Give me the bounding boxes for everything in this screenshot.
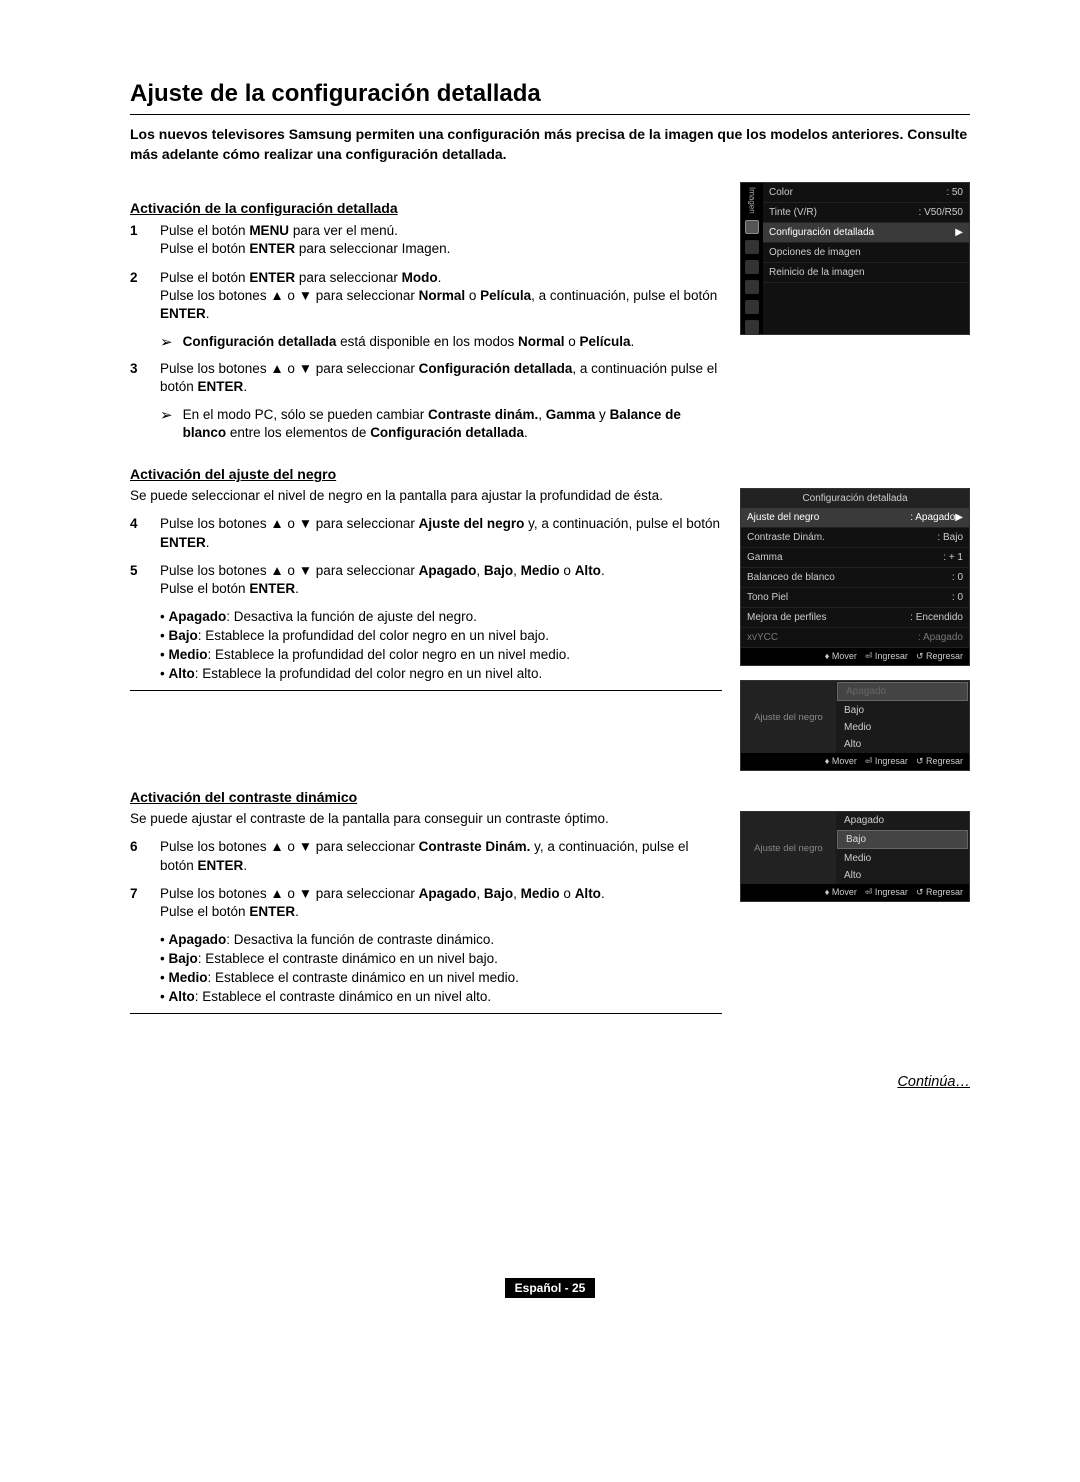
step-body: Pulse los botones ▲ o ▼ para seleccionar… [160, 515, 722, 551]
step-num: 5 [130, 562, 142, 598]
rule [130, 114, 970, 115]
step-num: 1 [130, 222, 142, 258]
arrow-icon: ➢ [160, 406, 173, 442]
osd-ajuste-negro-bajo: Ajuste del negro ApagadoBajoMedioAlto ♦ … [740, 811, 970, 902]
step-body: Pulse los botones ▲ o ▼ para seleccionar… [160, 360, 722, 396]
step-body: Pulse el botón MENU para ver el menú. Pu… [160, 222, 722, 258]
setup-icon [745, 280, 759, 294]
step-body: Pulse el botón ENTER para seleccionar Mo… [160, 269, 722, 324]
step-num: 2 [130, 269, 142, 324]
osd-main-menu: Imagen Color50 Tinte (V/R)V50/R50 Config… [740, 182, 970, 335]
step-num: 7 [130, 885, 142, 921]
input-icon [745, 300, 759, 314]
step-body: Pulse los botones ▲ o ▼ para seleccionar… [160, 885, 722, 921]
sec3-desc: Se puede ajustar el contraste de la pant… [130, 811, 722, 826]
chevron-right-icon: ▶ [955, 227, 963, 238]
bullet-list: Apagado: Desactiva la función de contras… [160, 931, 722, 1007]
osd-config-detallada: Configuración detallada Ajuste del negro… [740, 488, 970, 666]
step-body: Pulse los botones ▲ o ▼ para seleccionar… [160, 562, 722, 598]
osd-ajuste-negro-apagado: Ajuste del negro ApagadoBajoMedioAlto ♦ … [740, 680, 970, 771]
picture-icon [745, 220, 759, 234]
rule [130, 690, 722, 691]
rule [130, 1013, 722, 1014]
arrow-icon: ➢ [160, 333, 173, 353]
channel-icon [745, 260, 759, 274]
intro-text: Los nuevos televisores Samsung permiten … [130, 125, 970, 164]
page-footer: Español - 25 [130, 1280, 970, 1295]
app-icon [745, 320, 759, 334]
osd-sidebar-label: Imagen [748, 187, 757, 214]
sec3-heading: Activación del contraste dinámico [130, 789, 970, 805]
mover-hint: ♦ Mover [825, 651, 857, 662]
step-num: 4 [130, 515, 142, 551]
regresar-hint: ↺ Regresar [916, 651, 963, 662]
sec1-heading: Activación de la configuración detallada [130, 200, 722, 216]
continue-text: Continúa… [130, 1074, 970, 1090]
note: ➢ Configuración detallada está disponibl… [160, 333, 722, 353]
bullet-list: Apagado: Desactiva la función de ajuste … [160, 608, 722, 684]
sec2-desc: Se puede seleccionar el nivel de negro e… [130, 488, 722, 503]
step-num: 3 [130, 360, 142, 396]
page-title: Ajuste de la configuración detallada [130, 80, 970, 108]
sound-icon [745, 240, 759, 254]
ingresar-hint: ⏎ Ingresar [865, 651, 908, 662]
sec2-heading: Activación del ajuste del negro [130, 466, 970, 482]
step-body: Pulse los botones ▲ o ▼ para seleccionar… [160, 838, 722, 874]
step-num: 6 [130, 838, 142, 874]
note: ➢ En el modo PC, sólo se pueden cambiar … [160, 406, 722, 442]
